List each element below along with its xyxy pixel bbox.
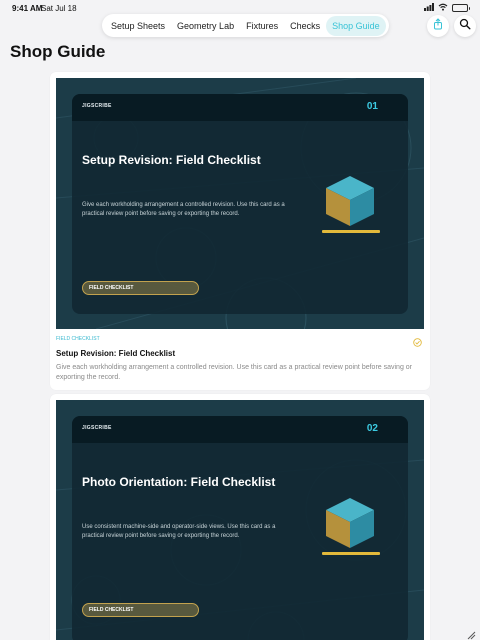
cube-icon <box>326 176 374 226</box>
hero-panel: JIGSCRIBE 01 Setup Revision: Field Check… <box>72 94 408 314</box>
status-icons <box>424 3 470 13</box>
hero-title: Photo Orientation: Field Checklist <box>82 475 276 489</box>
hero-header <box>72 416 408 443</box>
card-tag: FIELD CHECKLIST <box>56 336 100 342</box>
hero-panel: JIGSCRIBE 02 Photo Orientation: Field Ch… <box>72 416 408 640</box>
hero-title: Setup Revision: Field Checklist <box>82 153 261 167</box>
search-button[interactable] <box>454 15 476 37</box>
hero-description: Use consistent machine-side and operator… <box>82 524 276 539</box>
search-icon <box>459 17 471 35</box>
segmented-nav: Setup Sheets Geometry Lab Fixtures Check… <box>102 14 389 37</box>
card-hero-image: JIGSCRIBE 02 Photo Orientation: Field Ch… <box>56 400 424 640</box>
cube-icon <box>326 498 374 548</box>
tab-fixtures[interactable]: Fixtures <box>240 16 284 36</box>
hero-brand: JIGSCRIBE <box>82 103 112 109</box>
tab-geometry-lab[interactable]: Geometry Lab <box>171 16 240 36</box>
wifi-icon <box>438 3 448 13</box>
cube-base <box>322 230 380 233</box>
hero-description: Give each workholding arrangement a cont… <box>82 202 285 217</box>
card-description: Give each workholding arrangement a cont… <box>56 364 413 381</box>
field-checklist-button[interactable]: FIELD CHECKLIST <box>82 281 199 295</box>
card-hero-image: JIGSCRIBE 01 Setup Revision: Field Check… <box>56 78 424 329</box>
page-title: Shop Guide <box>10 42 106 61</box>
hero-number: 02 <box>366 423 378 434</box>
resize-handle-icon[interactable] <box>466 627 476 640</box>
field-checklist-button[interactable]: FIELD CHECKLIST <box>82 603 199 617</box>
share-button[interactable] <box>427 15 449 37</box>
hero-number: 01 <box>366 101 378 112</box>
tab-shop-guide[interactable]: Shop Guide <box>326 15 386 36</box>
status-date: Sat Jul 18 <box>41 4 77 13</box>
cellular-signal-icon <box>424 3 434 13</box>
battery-icon <box>452 4 470 12</box>
status-time: 9:41 AM <box>12 4 43 13</box>
hero-header <box>72 94 408 121</box>
cube-base <box>322 552 380 555</box>
guide-card[interactable]: JIGSCRIBE 01 Setup Revision: Field Check… <box>50 72 430 390</box>
tab-setup-sheets[interactable]: Setup Sheets <box>105 16 171 36</box>
share-icon <box>432 17 444 35</box>
hero-brand: JIGSCRIBE <box>82 425 112 431</box>
check-circle-icon <box>413 334 422 352</box>
guide-card[interactable]: JIGSCRIBE 02 Photo Orientation: Field Ch… <box>50 394 430 640</box>
card-title: Setup Revision: Field Checklist <box>56 349 176 358</box>
tab-checks[interactable]: Checks <box>284 16 326 36</box>
